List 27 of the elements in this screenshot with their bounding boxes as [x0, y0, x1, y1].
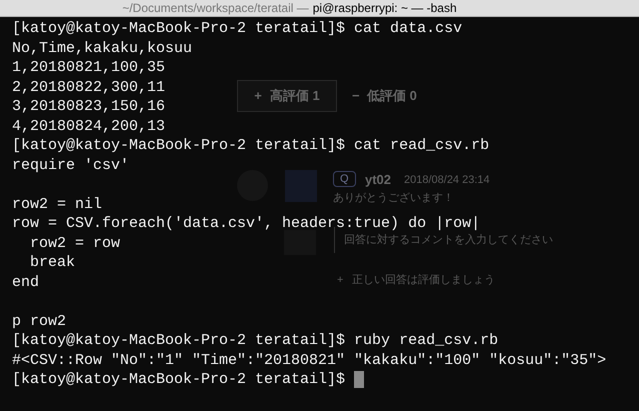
terminal-line: 2,20180822,300,11: [12, 78, 166, 97]
downvote-icon: −: [352, 80, 360, 112]
terminal-line: 4,20180824,200,13: [12, 116, 166, 136]
terminal-line: require 'csv': [12, 156, 130, 175]
terminal-line: [katoy@katoy-MacBook-Pro-2 teratail]$: [12, 370, 346, 390]
plus-icon: +: [337, 272, 344, 288]
terminal-line: #<CSV::Row "No":"1" "Time":"20180821" "kakaku":"100" "kosuu":"35">: [12, 350, 606, 370]
question-badge: Q: [333, 171, 356, 187]
window-title-path: ~/Documents/workspace/teratail —: [122, 0, 309, 16]
terminal-line: p row2: [12, 312, 66, 331]
terminal-line: [katoy@katoy-MacBook-Pro-2 teratail]$ cat data.csv: [12, 19, 462, 38]
terminal-line: No,Time,kakaku,kosuu: [12, 38, 192, 58]
downvote-label: 低評価 0: [367, 87, 417, 105]
terminal-line: [katoy@katoy-MacBook-Pro-2 teratail]$ cat read_csv.rb: [12, 136, 490, 156]
terminal-line: [katoy@katoy-MacBook-Pro-2 teratail]$ ruby read_csv.rb: [12, 331, 498, 350]
terminal-line: break: [29, 253, 76, 272]
avatar-icon: [285, 170, 317, 202]
comment-text: ありがとうございます！: [333, 191, 454, 206]
comment-time: 2018/08/24 23:14: [404, 173, 490, 188]
terminal-line: 1,20180821,100,35: [12, 58, 166, 78]
terminal-line: row2 = nil: [12, 194, 102, 214]
terminal-line: row2 = row: [29, 234, 120, 253]
terminal-line: 3,20180823,150,16: [12, 97, 166, 116]
evaluate-hint: 正しい回答は評価しましょう: [352, 273, 495, 288]
terminal-line: end: [12, 272, 40, 292]
window-title: pi@raspberrypi: ~ — -bash: [312, 0, 457, 16]
comment-user: yt02: [365, 171, 392, 189]
